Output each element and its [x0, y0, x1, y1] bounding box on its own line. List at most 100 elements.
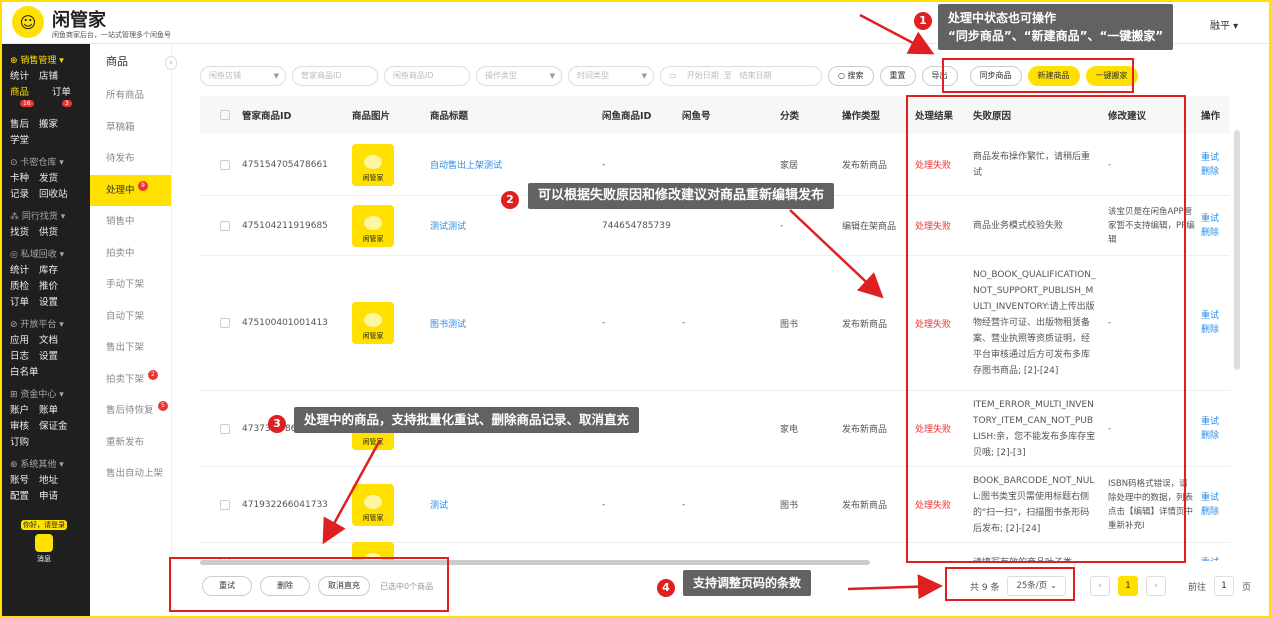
product-thumbnail[interactable]: 闲管家	[352, 143, 394, 186]
product-thumbnail[interactable]: 闲管家	[352, 483, 394, 526]
subnav-item[interactable]: 售后待恢复 5	[90, 395, 171, 427]
sidebar-item[interactable]: 搬家	[39, 117, 58, 133]
subnav-item[interactable]: 手动下架	[90, 269, 171, 301]
row-checkbox[interactable]	[220, 318, 230, 328]
date-range-picker[interactable]: ▭ 开始日期 至 结束日期	[660, 66, 822, 86]
sidebar-item[interactable]: 文档	[39, 333, 58, 349]
export-button[interactable]: 导出	[921, 66, 958, 86]
sidebar-item[interactable]: 推价	[39, 279, 58, 295]
subnav-item[interactable]: 处理中 9	[90, 174, 171, 206]
sidebar-item[interactable]: 店铺	[39, 69, 58, 85]
sidebar-group-title[interactable]: ⊞ 资金中心 ▾	[10, 387, 80, 400]
message-icon[interactable]	[35, 534, 53, 552]
sidebar-item[interactable]: 库存	[39, 263, 58, 279]
sidebar-item[interactable]: 商品 16	[10, 85, 42, 117]
sidebar-item[interactable]: 应用	[10, 333, 29, 349]
sidebar-item[interactable]: 申请	[39, 489, 58, 505]
manager-id-input[interactable]: 管家商品ID	[292, 66, 378, 86]
product-title-link[interactable]: 图书测试	[430, 320, 466, 330]
sidebar-item[interactable]: 回收站	[39, 187, 68, 203]
sidebar-group-title[interactable]: ⁂ 同行找货 ▾	[10, 209, 80, 222]
sidebar-item[interactable]: 供货	[39, 225, 58, 241]
product-title-link[interactable]: 测试	[430, 501, 448, 511]
reset-button[interactable]: 重置	[879, 66, 916, 86]
cancel-recharge-button[interactable]: 取消直充	[318, 576, 370, 596]
subnav-item[interactable]: 售出下架	[90, 332, 171, 364]
sidebar-group-title[interactable]: ⊙ 卡密仓库 ▾	[10, 155, 80, 168]
retry-link[interactable]: 重试	[1201, 212, 1229, 226]
subnav-item[interactable]: 销售中	[90, 206, 171, 238]
horizontal-scrollbar[interactable]	[200, 560, 870, 565]
sidebar-item[interactable]: 售后	[10, 117, 29, 133]
product-title-link[interactable]: 自动售出上架测试	[430, 161, 502, 171]
user-menu[interactable]: 融平 ▾	[1210, 17, 1238, 32]
sidebar-item[interactable]: 审核	[10, 419, 29, 435]
product-thumbnail[interactable]: 闲管家	[352, 302, 394, 344]
sidebar-item[interactable]: 地址	[39, 473, 58, 489]
sidebar-item[interactable]: 订购	[10, 435, 29, 451]
sidebar-item[interactable]: 设置	[39, 295, 58, 311]
time-type-select[interactable]: 时间类型 ▼	[568, 66, 654, 86]
operation-type-select[interactable]: 操作类型 ▼	[476, 66, 562, 86]
delete-link[interactable]: 删除	[1201, 226, 1229, 240]
select-all-checkbox[interactable]	[220, 110, 230, 120]
store-select[interactable]: 闲鱼店铺 ▼	[200, 66, 286, 86]
retry-link[interactable]: 重试	[1201, 491, 1229, 505]
delete-link[interactable]: 删除	[1201, 429, 1229, 443]
product-thumbnail[interactable]: 闲管家	[352, 541, 394, 561]
sidebar-item[interactable]: 记录	[10, 187, 29, 203]
subnav-item[interactable]: 拍卖中	[90, 238, 171, 270]
row-checkbox[interactable]	[220, 423, 230, 434]
next-page-button[interactable]: ›	[1145, 576, 1166, 596]
product-title-link[interactable]: 测试测试	[430, 222, 466, 232]
new-product-button[interactable]: 新建商品	[1027, 66, 1080, 86]
sidebar-item[interactable]: 日志	[10, 349, 29, 365]
sidebar-group-title[interactable]: ⊛ 系统其他 ▾	[10, 457, 80, 470]
subnav-item[interactable]: 拍卖下架 2	[90, 364, 171, 396]
sidebar-item[interactable]: 账户	[10, 403, 29, 419]
subnav-item[interactable]: 自动下架	[90, 301, 171, 333]
delete-link[interactable]: 删除	[1201, 323, 1229, 337]
retry-link[interactable]: 重试	[1201, 556, 1229, 562]
sidebar-item[interactable]: 保证金	[39, 419, 68, 435]
sidebar-item[interactable]: 统计	[10, 263, 29, 279]
subnav-item[interactable]: 售出自动上架	[90, 458, 171, 490]
row-checkbox[interactable]	[220, 499, 230, 510]
bulk-retry-button[interactable]: 重试	[202, 576, 252, 596]
product-thumbnail[interactable]: 闲管家	[352, 204, 394, 247]
prev-page-button[interactable]: ‹	[1089, 576, 1110, 596]
retry-link[interactable]: 重试	[1201, 151, 1229, 165]
row-checkbox[interactable]	[220, 220, 230, 231]
sidebar-item[interactable]: 卡种	[10, 171, 29, 187]
sidebar-item[interactable]: 统计	[10, 69, 29, 85]
page-size-select[interactable]: 25条/页 ⌄	[1007, 576, 1066, 596]
sidebar-item[interactable]: 账号	[10, 473, 29, 489]
subnav-item[interactable]: 所有商品	[90, 80, 171, 112]
login-pill[interactable]: 你好，请登录	[21, 520, 67, 530]
retry-link[interactable]: 重试	[1201, 415, 1229, 429]
vertical-scrollbar[interactable]	[1234, 130, 1240, 370]
sidebar-item[interactable]: 发货	[39, 171, 58, 187]
subnav-item[interactable]: 待发布	[90, 143, 171, 175]
delete-link[interactable]: 删除	[1201, 505, 1229, 519]
sidebar-item[interactable]: 白名单	[10, 365, 39, 381]
search-button[interactable]: ○ 搜索	[828, 66, 874, 86]
sidebar-item[interactable]: 配置	[10, 489, 29, 505]
delete-link[interactable]: 删除	[1201, 165, 1229, 179]
sidebar-group-title[interactable]: ◎ 私域回收 ▾	[10, 247, 80, 260]
retry-link[interactable]: 重试	[1201, 309, 1229, 323]
sync-products-button[interactable]: 同步商品	[969, 66, 1022, 86]
row-checkbox[interactable]	[220, 159, 230, 170]
sidebar-item[interactable]: 设置	[39, 349, 58, 365]
sidebar-group-title[interactable]: ⊕ 销售管理 ▾	[10, 53, 80, 66]
xianyu-id-input[interactable]: 闲鱼商品ID	[384, 66, 470, 86]
sidebar-item[interactable]: 账单	[39, 403, 58, 419]
sidebar-item[interactable]: 订单 3	[52, 85, 80, 117]
one-click-move-button[interactable]: 一键搬家	[1085, 66, 1138, 86]
sidebar-item[interactable]: 质检	[10, 279, 29, 295]
login-panel[interactable]: 你好，请登录 消息	[14, 520, 74, 564]
subnav-item[interactable]: 草稿箱	[90, 112, 171, 144]
subnav-item[interactable]: 重新发布	[90, 427, 171, 459]
sidebar-item[interactable]: 找货	[10, 225, 29, 241]
sidebar-group-title[interactable]: ⊘ 开放平台 ▾	[10, 317, 80, 330]
